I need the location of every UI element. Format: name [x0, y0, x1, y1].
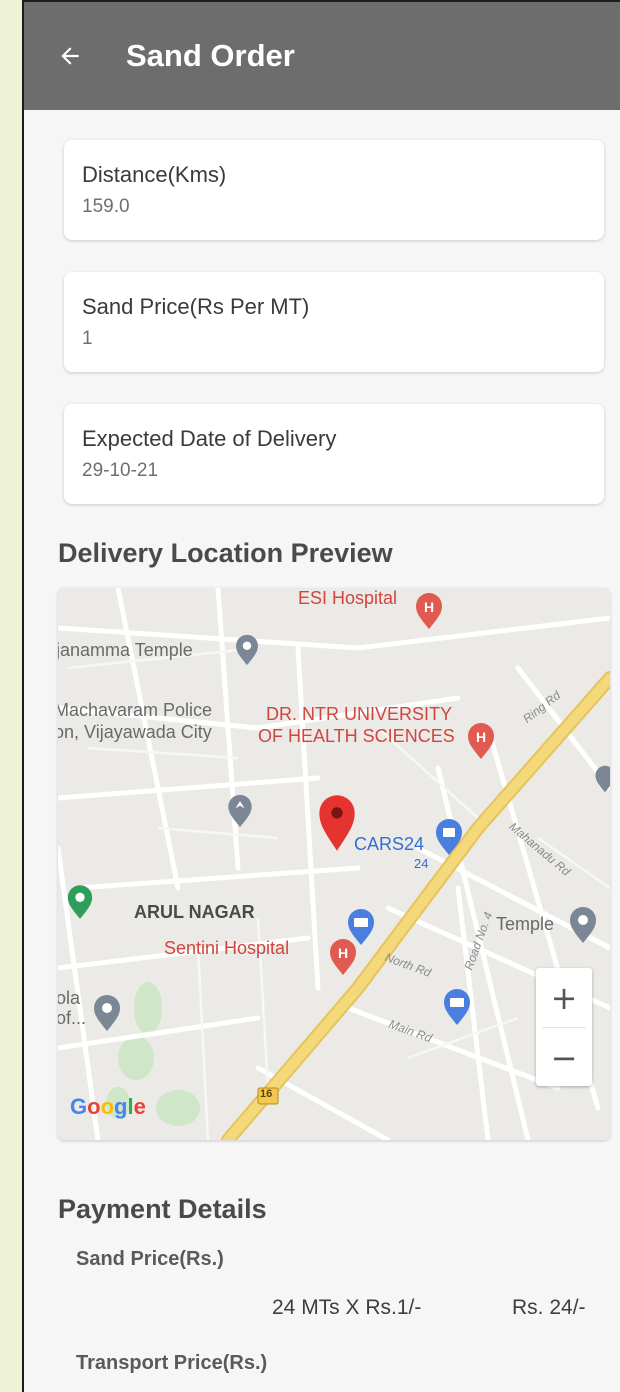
map-label-police-line2: on, Vijayawada City — [58, 722, 212, 742]
hospital-marker-icon[interactable]: H — [414, 592, 444, 630]
poi-marker-icon[interactable] — [92, 994, 122, 1032]
delivery-date-value: 29-10-21 — [82, 460, 159, 481]
map-label-police: Machavaram Police — [58, 700, 213, 720]
direction-marker-icon[interactable] — [226, 794, 254, 828]
svg-text:H: H — [424, 599, 434, 615]
phone-screen: Sand Order Distance(Kms) 159.0 Sand Pric… — [22, 0, 620, 1392]
temple-marker-icon[interactable] — [234, 634, 260, 666]
distance-value: 159.0 — [82, 196, 130, 217]
temple-marker-icon[interactable] — [568, 906, 598, 944]
back-button[interactable] — [46, 32, 94, 80]
hospital-marker-icon[interactable]: H — [328, 938, 358, 976]
delivery-map[interactable]: H H H ESI Hospital janamma Temple Machav… — [58, 588, 610, 1140]
map-label-ntr-university: DR. NTR UNIVERSITY — [266, 704, 453, 724]
map-label-cars24: CARS24 — [354, 834, 425, 854]
sand-price-amount: Rs. 24/- — [512, 1296, 586, 1319]
poi-marker-icon[interactable] — [594, 762, 610, 796]
transport-price-label: Transport Price(Rs.) — [76, 1352, 268, 1374]
delivery-date-label: Expected Date of Delivery — [82, 426, 337, 451]
payment-section-title: Payment Details — [58, 1194, 267, 1224]
zoom-in-button[interactable]: + — [536, 968, 592, 1027]
distance-label: Distance(Kms) — [82, 162, 227, 187]
app-bar: Sand Order — [24, 2, 620, 110]
sand-price-label: Sand Price(Rs Per MT) — [82, 294, 310, 319]
sand-price-rs-label: Sand Price(Rs.) — [76, 1248, 224, 1270]
hospital-marker-icon[interactable]: H — [466, 722, 496, 760]
map-label-temple: janamma Temple — [58, 640, 193, 660]
distance-card: Distance(Kms) 159.0 — [64, 140, 604, 240]
highway-shield-label: 16 — [260, 1088, 273, 1100]
map-label-arul-nagar: ARUL NAGAR — [134, 902, 255, 922]
sand-price-value: 1 — [82, 328, 93, 349]
map-label-ntr-university-line2: OF HEALTH SCIENCES — [258, 726, 455, 746]
mail-marker-icon[interactable] — [442, 988, 472, 1026]
delivery-location-pin-icon[interactable] — [318, 794, 356, 852]
map-section-title: Delivery Location Preview — [58, 538, 393, 568]
svg-text:H: H — [338, 945, 348, 961]
map-label-kola-line2: of... — [58, 1008, 87, 1028]
sand-price-card: Sand Price(Rs Per MT) 1 — [64, 272, 604, 372]
arrow-left-icon — [61, 47, 79, 65]
svg-text:H: H — [476, 729, 486, 745]
map-streets — [58, 588, 610, 1140]
green-marker-icon[interactable] — [66, 884, 94, 920]
map-label-temple-2: Temple — [496, 914, 555, 934]
map-label-cars24-sub: 24 — [414, 856, 429, 871]
map-zoom-controls: + − — [536, 968, 592, 1086]
delivery-date-card[interactable]: Expected Date of Delivery 29-10-21 — [64, 404, 604, 504]
map-label-kola: ola — [58, 988, 81, 1008]
shop-marker-icon[interactable] — [434, 818, 464, 856]
page-title: Sand Order — [126, 38, 295, 73]
map-label-sentini-hospital: Sentini Hospital — [164, 938, 290, 958]
google-logo: Google — [70, 1094, 146, 1119]
zoom-out-button[interactable]: − — [536, 1028, 592, 1087]
map-label-esi-hospital: ESI Hospital — [298, 588, 398, 608]
sand-price-calculation: 24 MTs X Rs.1/- — [272, 1296, 422, 1319]
